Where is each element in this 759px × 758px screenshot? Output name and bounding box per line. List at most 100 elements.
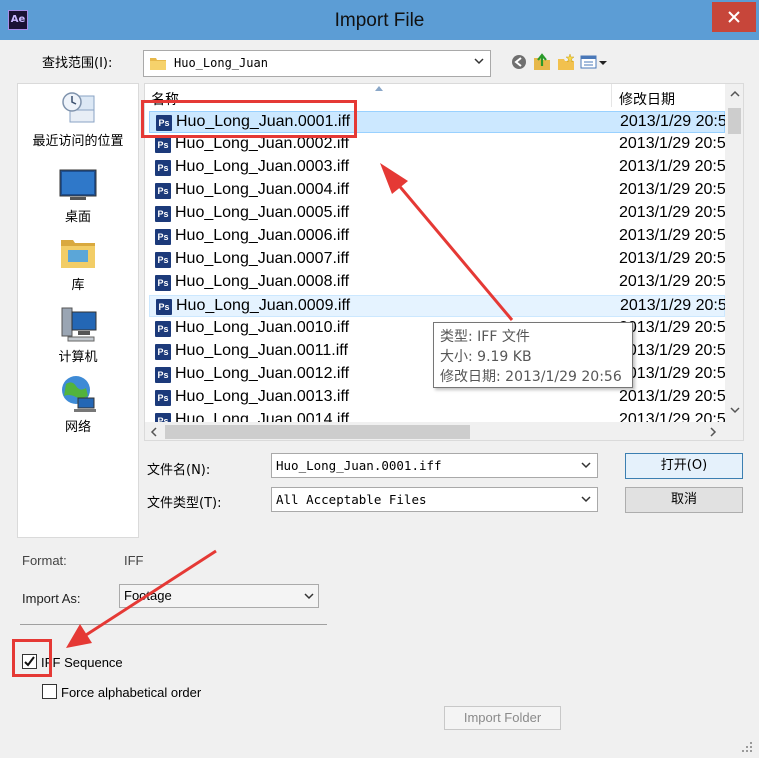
file-name: Huo_Long_Juan.0006.iff [175, 227, 350, 244]
filetype-label: 文件类型(T): [147, 496, 222, 511]
chevron-down-icon [474, 58, 484, 65]
file-name: Huo_Long_Juan.0011.iff [175, 342, 348, 359]
file-date: 2013/1/29 20:5 [620, 297, 727, 314]
view-list-icon [580, 55, 607, 69]
file-row[interactable]: Ps Huo_Long_Juan.0008.iff 2013/1/29 20:5 [149, 272, 726, 294]
libraries-icon [61, 240, 95, 268]
resize-grip-icon[interactable] [738, 738, 754, 754]
place-computer[interactable]: 计算机 [18, 304, 138, 365]
file-row[interactable]: Ps Huo_Long_Juan.0013.iff 2013/1/29 20:5 [149, 387, 726, 409]
tooltip-modified: 修改日期: 2013/1/29 20:56 [440, 369, 622, 385]
divider [20, 624, 327, 625]
import-folder-button[interactable]: Import Folder [444, 706, 561, 730]
column-divider[interactable] [611, 84, 612, 107]
folder-icon [150, 58, 166, 70]
filename-value: Huo_Long_Juan.0001.iff [276, 458, 442, 473]
scroll-left-icon[interactable] [150, 427, 158, 437]
import-as-dropdown[interactable]: Footage [119, 584, 319, 608]
photoshop-file-icon: Ps [155, 137, 171, 153]
view-menu-button[interactable] [580, 52, 610, 72]
file-name: Huo_Long_Juan.0004.iff [175, 181, 350, 198]
place-label: 计算机 [58, 350, 98, 365]
file-name: Huo_Long_Juan.0012.iff [175, 365, 350, 382]
file-date: 2013/1/29 20:5 [619, 365, 726, 382]
file-date: 2013/1/29 20:5 [619, 204, 726, 221]
file-date: 2013/1/29 20:5 [619, 342, 726, 359]
place-label: 库 [71, 278, 85, 293]
file-name: Huo_Long_Juan.0010.iff [175, 319, 350, 336]
scroll-right-icon[interactable] [709, 427, 717, 437]
file-name: Huo_Long_Juan.0005.iff [175, 204, 350, 221]
file-date: 2013/1/29 20:5 [620, 113, 727, 130]
photoshop-file-icon: Ps [155, 390, 171, 406]
file-date: 2013/1/29 20:5 [619, 388, 726, 405]
open-button[interactable]: 打开(O) [625, 453, 743, 479]
place-recent[interactable]: 最近访问的位置 [18, 88, 138, 149]
photoshop-file-icon: Ps [155, 252, 171, 268]
lookin-dropdown[interactable]: Huo_Long_Juan [143, 50, 491, 77]
file-row[interactable]: Ps Huo_Long_Juan.0009.iff 2013/1/29 20:5 [149, 295, 727, 317]
file-date: 2013/1/29 20:5 [619, 227, 726, 244]
folder-up-icon [534, 53, 550, 70]
back-button[interactable] [509, 52, 531, 72]
close-icon [728, 11, 740, 23]
photoshop-file-icon: Ps [155, 367, 171, 383]
import-as-value: Footage [124, 588, 172, 603]
file-tooltip: 类型: IFF 文件 大小: 9.19 KB 修改日期: 2013/1/29 2… [433, 322, 633, 388]
chevron-down-icon [304, 593, 314, 600]
file-name: Huo_Long_Juan.0007.iff [175, 250, 350, 267]
filetype-combobox[interactable]: All Acceptable Files [271, 487, 598, 512]
file-date: 2013/1/29 20:5 [619, 319, 726, 336]
place-libraries[interactable]: 库 [18, 232, 138, 293]
computer-icon [61, 307, 97, 342]
cancel-button[interactable]: 取消 [625, 487, 743, 513]
new-folder-button[interactable] [556, 52, 578, 72]
vertical-scrollbar[interactable] [725, 84, 743, 422]
file-date: 2013/1/29 20:5 [619, 181, 726, 198]
photoshop-file-icon: Ps [155, 321, 171, 337]
tooltip-type: 类型: IFF 文件 [440, 329, 530, 345]
file-row[interactable]: Ps Huo_Long_Juan.0006.iff 2013/1/29 20:5 [149, 226, 726, 248]
scroll-down-icon[interactable] [730, 406, 740, 414]
filename-combobox[interactable]: Huo_Long_Juan.0001.iff [271, 453, 598, 478]
place-network[interactable]: 网络 [18, 374, 138, 435]
sort-ascending-icon [375, 86, 383, 91]
file-name: Huo_Long_Juan.0003.iff [175, 158, 350, 175]
file-row[interactable]: Ps Huo_Long_Juan.0004.iff 2013/1/29 20:5 [149, 180, 726, 202]
place-desktop[interactable]: 桌面 [18, 164, 138, 225]
file-date: 2013/1/29 20:5 [619, 273, 726, 290]
file-row[interactable]: Ps Huo_Long_Juan.0007.iff 2013/1/29 20:5 [149, 249, 726, 271]
filetype-value: All Acceptable Files [276, 492, 427, 507]
photoshop-file-icon: Ps [155, 229, 171, 245]
chevron-down-icon[interactable] [581, 496, 591, 504]
photoshop-file-icon: Ps [155, 206, 171, 222]
scroll-up-icon[interactable] [730, 90, 740, 98]
place-label: 网络 [64, 420, 91, 435]
highlight-box-first-file [141, 100, 357, 138]
file-date: 2013/1/29 20:5 [619, 135, 726, 152]
photoshop-file-icon: Ps [155, 344, 171, 360]
file-row[interactable]: Ps Huo_Long_Juan.0003.iff 2013/1/29 20:5 [149, 157, 726, 179]
close-button[interactable] [712, 2, 756, 32]
vertical-scroll-thumb[interactable] [728, 108, 741, 134]
horizontal-scroll-thumb[interactable] [165, 425, 470, 439]
file-row[interactable]: Ps Huo_Long_Juan.0005.iff 2013/1/29 20:5 [149, 203, 726, 225]
iff-sequence-label[interactable]: IFF Sequence [41, 655, 123, 670]
window-title: Import File [334, 10, 425, 31]
alphabetical-order-checkbox[interactable] [42, 684, 57, 699]
photoshop-file-icon: Ps [155, 275, 171, 291]
file-name: Huo_Long_Juan.0008.iff [175, 273, 350, 290]
desktop-icon [59, 169, 97, 200]
format-label: Format: [22, 553, 67, 568]
back-arrow-icon [512, 55, 526, 69]
alphabetical-order-label[interactable]: Force alphabetical order [61, 685, 201, 700]
places-bar: 最近访问的位置 桌面 库 计算机 网络 [17, 83, 139, 538]
file-name: Huo_Long_Juan.0009.iff [176, 297, 351, 314]
lookin-label: 查找范围(I): [42, 56, 113, 71]
up-one-level-button[interactable] [532, 52, 554, 72]
chevron-down-icon[interactable] [581, 462, 591, 470]
network-icon [62, 376, 96, 412]
column-header-date[interactable]: 修改日期 [619, 89, 675, 109]
photoshop-file-icon: Ps [156, 299, 172, 315]
file-name: Huo_Long_Juan.0013.iff [175, 388, 350, 405]
